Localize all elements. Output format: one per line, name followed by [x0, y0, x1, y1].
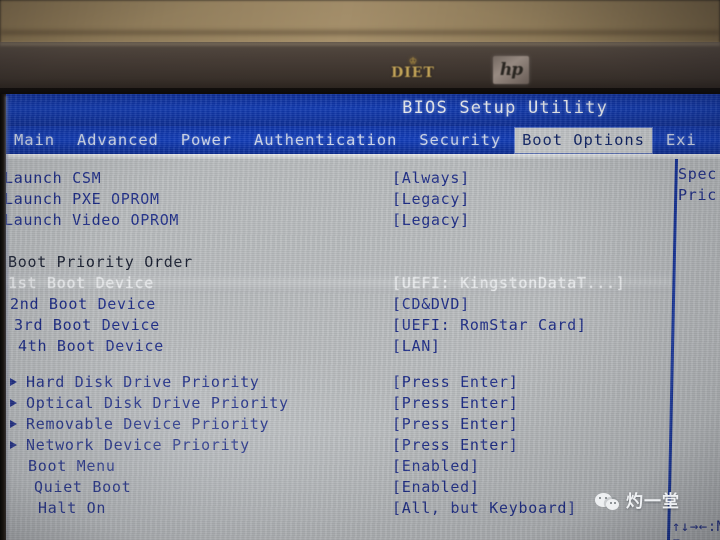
chevron-right-icon — [10, 398, 17, 407]
menu-tab-bar[interactable]: Main Advanced Power Authentication Secur… — [0, 126, 720, 154]
chevron-right-icon — [10, 419, 17, 428]
setting-label: Halt On — [38, 498, 107, 517]
diet-brand-logo: ♔ DIET — [382, 54, 444, 88]
submenu-label: Optical Disk Drive Priority — [26, 393, 289, 412]
settings-list: Launch CSM [Always] Launch PXE OPROM [Le… — [0, 159, 671, 540]
key-legend-move: ↑↓→←:Mov — [672, 519, 720, 535]
bios-photo-screenshot: ♔ DIET hp BIOS Setup Utility Main Advanc… — [0, 0, 720, 540]
setting-value[interactable]: [UEFI: KingstonDataT...] — [392, 274, 626, 292]
submenu-row-removable-device-priority[interactable]: Removable Device Priority [Press Enter] — [0, 413, 671, 434]
submenu-action[interactable]: [Press Enter] — [392, 436, 519, 454]
setting-row-halt-on[interactable]: Halt On [All, but Keyboard] — [0, 497, 671, 518]
tab-exit[interactable]: Exi — [666, 128, 697, 153]
setting-label: Boot Menu — [28, 456, 116, 475]
submenu-action[interactable]: [Press Enter] — [392, 373, 519, 391]
help-pane: Spec Pric — [678, 164, 720, 206]
setting-value[interactable]: [LAN] — [392, 337, 441, 355]
setting-label: Quiet Boot — [34, 477, 132, 496]
setting-value[interactable]: [Legacy] — [392, 211, 470, 229]
submenu-label: Removable Device Priority — [26, 414, 270, 433]
setting-label: Launch Video OPROM — [4, 210, 180, 229]
setting-value[interactable]: [Legacy] — [392, 190, 470, 208]
submenu-action[interactable]: [Press Enter] — [392, 415, 519, 433]
watermark-text: 灼一堂 — [626, 492, 680, 512]
bezel-highlight — [0, 42, 720, 46]
setting-value[interactable]: [CD&DVD] — [392, 295, 470, 313]
tab-authentication[interactable]: Authentication — [254, 128, 397, 153]
setting-label: 4th Boot Device — [18, 336, 164, 355]
setting-row-1st-boot-device[interactable]: 1st Boot Device [UEFI: KingstonDataT...] — [0, 272, 671, 293]
submenu-row-optical-disk-drive-priority[interactable]: Optical Disk Drive Priority [Press Enter… — [0, 392, 671, 413]
setting-label: 2nd Boot Device — [10, 294, 156, 313]
setting-row-launch-csm[interactable]: Launch CSM [Always] — [0, 167, 671, 188]
boot-priority-order-heading: Boot Priority Order — [0, 251, 671, 272]
tab-boot-options[interactable]: Boot Options — [515, 127, 652, 153]
help-line-2: Pric — [678, 186, 717, 204]
setting-value[interactable]: [Always] — [392, 169, 470, 187]
hp-brand-badge: hp — [493, 56, 529, 84]
setting-row-boot-menu[interactable]: Boot Menu [Enabled] — [0, 455, 671, 476]
tab-security[interactable]: Security — [419, 128, 501, 153]
chevron-right-icon — [10, 440, 17, 449]
submenu-label: Network Device Priority — [26, 435, 250, 454]
bios-header-band: BIOS Setup Utility — [0, 94, 720, 126]
setting-row-launch-video-oprom[interactable]: Launch Video OPROM [Legacy] — [0, 209, 671, 230]
wechat-logo-icon — [595, 492, 621, 513]
setting-value[interactable]: [Enabled] — [392, 457, 480, 475]
setting-row-3rd-boot-device[interactable]: 3rd Boot Device [UEFI: RomStar Card] — [0, 314, 671, 335]
room-wall-background — [0, 0, 720, 46]
tab-advanced[interactable]: Advanced — [77, 128, 159, 153]
submenu-label: Hard Disk Drive Priority — [26, 372, 260, 391]
section-heading: Boot Priority Order — [8, 252, 193, 271]
monitor-top-bezel — [0, 42, 720, 94]
key-legend: ↑↓→←:Mov Enter: S +/-/Spac F7: Load F8: … — [672, 518, 720, 540]
bezel-left-glint — [5, 96, 8, 540]
setting-label: 3rd Boot Device — [14, 315, 160, 334]
setting-row-2nd-boot-device[interactable]: 2nd Boot Device [CD&DVD] — [0, 293, 671, 314]
chevron-right-icon — [10, 377, 17, 386]
page-title: BIOS Setup Utility — [402, 98, 608, 118]
setting-value[interactable]: [All, but Keyboard] — [392, 499, 577, 517]
setting-value[interactable]: [UEFI: RomStar Card] — [392, 316, 587, 334]
wall-seam — [0, 30, 720, 35]
tab-power[interactable]: Power — [181, 128, 232, 153]
setting-row-quiet-boot[interactable]: Quiet Boot [Enabled] — [0, 476, 671, 497]
wechat-watermark: 灼一堂 — [595, 492, 680, 513]
bios-screen: BIOS Setup Utility Main Advanced Power A… — [0, 94, 720, 540]
tab-main[interactable]: Main — [14, 128, 55, 153]
submenu-row-hard-disk-drive-priority[interactable]: Hard Disk Drive Priority [Press Enter] — [0, 371, 671, 392]
help-line-1: Spec — [678, 165, 717, 183]
setting-row-4th-boot-device[interactable]: 4th Boot Device [LAN] — [0, 335, 671, 356]
setting-label: Launch CSM — [4, 168, 102, 187]
diet-logo-text: DIET — [391, 65, 435, 81]
setting-label: 1st Boot Device — [8, 273, 154, 292]
setting-value[interactable]: [Enabled] — [392, 478, 480, 496]
hp-logo-text: hp — [499, 59, 523, 80]
submenu-row-network-device-priority[interactable]: Network Device Priority [Press Enter] — [0, 434, 671, 455]
submenu-action[interactable]: [Press Enter] — [392, 394, 519, 412]
setting-label: Launch PXE OPROM — [4, 189, 160, 208]
setting-row-launch-pxe-oprom[interactable]: Launch PXE OPROM [Legacy] — [0, 188, 671, 209]
